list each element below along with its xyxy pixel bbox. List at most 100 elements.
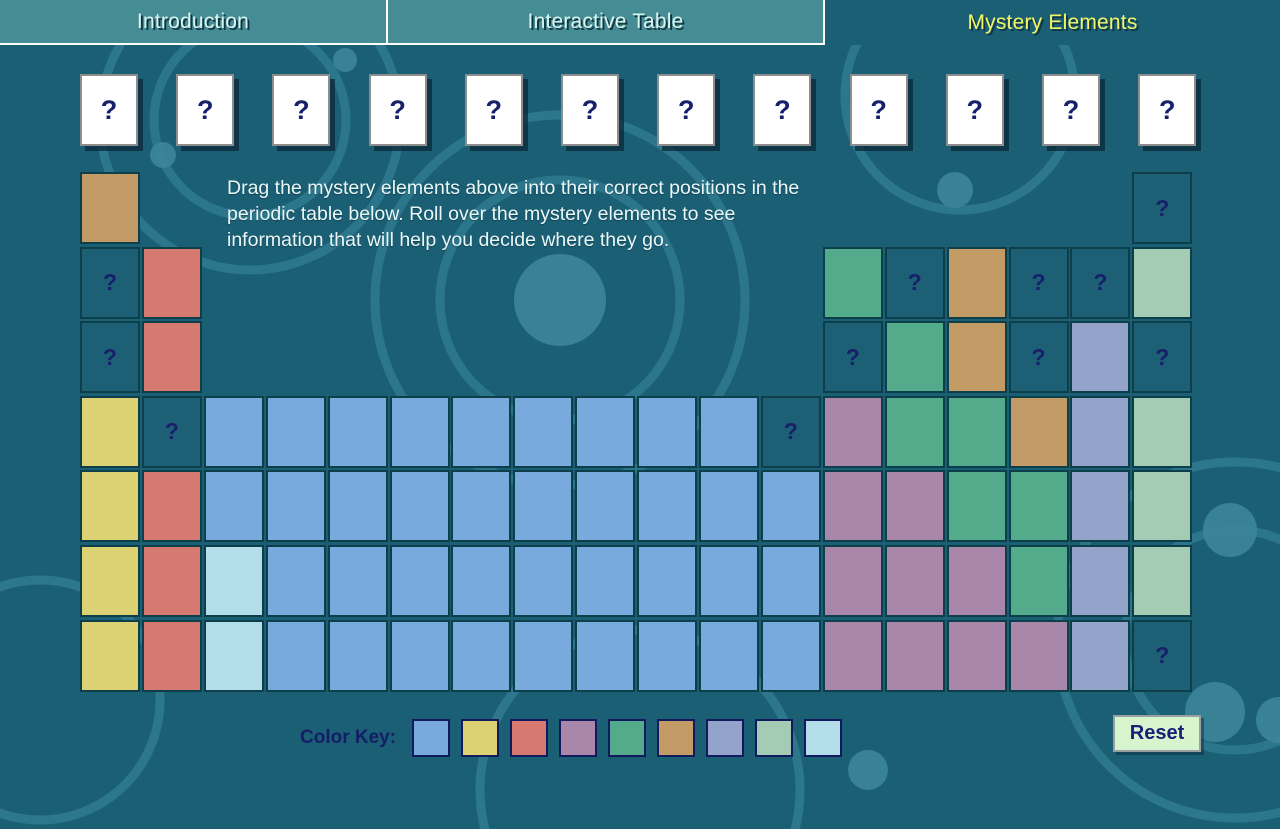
- periodic-table-cell[interactable]: [575, 470, 636, 543]
- periodic-table-empty-slot[interactable]: ?: [822, 321, 883, 394]
- periodic-table-cell[interactable]: [1070, 545, 1131, 617]
- periodic-table-cell[interactable]: [946, 395, 1007, 468]
- periodic-table-cell[interactable]: [760, 545, 821, 617]
- periodic-table-cell[interactable]: [637, 395, 698, 468]
- periodic-table-cell[interactable]: [265, 619, 326, 692]
- periodic-table-cell[interactable]: [389, 470, 450, 543]
- periodic-table-cell[interactable]: [1132, 545, 1193, 617]
- periodic-table-cell[interactable]: [822, 246, 883, 319]
- mystery-element-card[interactable]: ?: [80, 74, 138, 146]
- periodic-table-cell[interactable]: [1008, 395, 1069, 468]
- periodic-table-cell[interactable]: [265, 470, 326, 543]
- mystery-element-card[interactable]: ?: [1138, 74, 1197, 146]
- periodic-table-cell[interactable]: [327, 470, 388, 543]
- periodic-table-cell[interactable]: [946, 470, 1007, 543]
- mystery-element-card[interactable]: ?: [464, 74, 523, 146]
- periodic-table-cell[interactable]: [637, 470, 698, 543]
- periodic-table-empty-slot[interactable]: ?: [884, 246, 945, 319]
- periodic-table-cell[interactable]: [141, 545, 202, 617]
- periodic-table-cell[interactable]: [389, 619, 450, 692]
- periodic-table-cell[interactable]: [575, 545, 636, 617]
- periodic-table-cell[interactable]: [80, 470, 140, 543]
- periodic-table-empty-slot[interactable]: ?: [80, 321, 140, 394]
- periodic-table-cell[interactable]: [80, 172, 140, 244]
- mystery-element-card[interactable]: ?: [272, 74, 331, 146]
- periodic-table-cell[interactable]: [513, 395, 574, 468]
- periodic-table-empty-slot[interactable]: ?: [1070, 246, 1131, 319]
- periodic-table-cell[interactable]: [1070, 395, 1131, 468]
- periodic-table-cell[interactable]: [1132, 395, 1193, 468]
- periodic-table-cell[interactable]: [265, 545, 326, 617]
- periodic-table-cell[interactable]: [1008, 545, 1069, 617]
- periodic-table-empty-slot[interactable]: ?: [1008, 246, 1069, 319]
- tab-mystery-elements[interactable]: Mystery Elements: [825, 0, 1280, 45]
- periodic-table-cell[interactable]: [203, 619, 264, 692]
- periodic-table-cell[interactable]: [141, 619, 202, 692]
- periodic-table-cell[interactable]: [141, 470, 202, 543]
- periodic-table-cell[interactable]: [327, 545, 388, 617]
- tab-interactive-table[interactable]: Interactive Table: [388, 0, 825, 45]
- periodic-table-empty-slot[interactable]: ?: [1008, 321, 1069, 394]
- tab-introduction[interactable]: Introduction: [0, 0, 388, 45]
- periodic-table-cell[interactable]: [1132, 246, 1193, 319]
- periodic-table-cell[interactable]: [513, 545, 574, 617]
- periodic-table-cell[interactable]: [80, 545, 140, 617]
- periodic-table-cell[interactable]: [575, 395, 636, 468]
- periodic-table-cell[interactable]: [389, 395, 450, 468]
- periodic-table-cell[interactable]: [699, 470, 759, 543]
- periodic-table-cell[interactable]: [1070, 470, 1131, 543]
- periodic-table-cell[interactable]: [822, 545, 883, 617]
- periodic-table-cell[interactable]: [699, 395, 759, 468]
- periodic-table-cell[interactable]: [1008, 470, 1069, 543]
- periodic-table-cell[interactable]: [884, 470, 945, 543]
- mystery-element-card[interactable]: ?: [849, 74, 908, 146]
- periodic-table-cell[interactable]: [884, 619, 945, 692]
- mystery-element-card[interactable]: ?: [753, 74, 812, 146]
- periodic-table-cell[interactable]: [699, 619, 759, 692]
- mystery-element-card[interactable]: ?: [657, 74, 716, 146]
- periodic-table-cell[interactable]: [946, 321, 1007, 394]
- periodic-table-cell[interactable]: [637, 545, 698, 617]
- periodic-table-cell[interactable]: [1132, 470, 1193, 543]
- mystery-element-card[interactable]: ?: [561, 74, 619, 146]
- periodic-table-cell[interactable]: [203, 395, 264, 468]
- periodic-table-cell[interactable]: [327, 619, 388, 692]
- periodic-table-cell[interactable]: [884, 545, 945, 617]
- mystery-element-card[interactable]: ?: [945, 74, 1004, 146]
- periodic-table-cell[interactable]: [513, 470, 574, 543]
- periodic-table-empty-slot[interactable]: ?: [141, 395, 202, 468]
- periodic-table-cell[interactable]: [946, 545, 1007, 617]
- periodic-table-empty-slot[interactable]: ?: [760, 395, 821, 468]
- periodic-table-cell[interactable]: [822, 619, 883, 692]
- periodic-table-empty-slot[interactable]: ?: [1132, 321, 1193, 394]
- reset-button[interactable]: Reset: [1113, 715, 1201, 752]
- periodic-table-cell[interactable]: [884, 321, 945, 394]
- periodic-table-cell[interactable]: [637, 619, 698, 692]
- mystery-element-card[interactable]: ?: [368, 74, 427, 146]
- periodic-table-empty-slot[interactable]: ?: [1132, 172, 1193, 244]
- periodic-table-cell[interactable]: [575, 619, 636, 692]
- periodic-table-cell[interactable]: [1008, 619, 1069, 692]
- mystery-element-card[interactable]: ?: [176, 74, 235, 146]
- periodic-table-empty-slot[interactable]: ?: [80, 246, 140, 319]
- periodic-table-cell[interactable]: [389, 545, 450, 617]
- periodic-table-cell[interactable]: [327, 395, 388, 468]
- mystery-element-card[interactable]: ?: [1042, 74, 1100, 146]
- periodic-table-cell[interactable]: [203, 545, 264, 617]
- periodic-table-cell[interactable]: [1070, 321, 1131, 394]
- periodic-table-cell[interactable]: [946, 619, 1007, 692]
- periodic-table-cell[interactable]: [513, 619, 574, 692]
- periodic-table-cell[interactable]: [141, 321, 202, 394]
- periodic-table-cell[interactable]: [451, 545, 512, 617]
- periodic-table-cell[interactable]: [946, 246, 1007, 319]
- periodic-table-cell[interactable]: [451, 395, 512, 468]
- periodic-table-cell[interactable]: [822, 395, 883, 468]
- periodic-table-empty-slot[interactable]: ?: [1132, 619, 1193, 692]
- periodic-table-cell[interactable]: [451, 619, 512, 692]
- periodic-table-cell[interactable]: [822, 470, 883, 543]
- periodic-table-cell[interactable]: [80, 395, 140, 468]
- periodic-table-cell[interactable]: [141, 246, 202, 319]
- periodic-table-cell[interactable]: [265, 395, 326, 468]
- periodic-table-cell[interactable]: [760, 470, 821, 543]
- periodic-table-cell[interactable]: [884, 395, 945, 468]
